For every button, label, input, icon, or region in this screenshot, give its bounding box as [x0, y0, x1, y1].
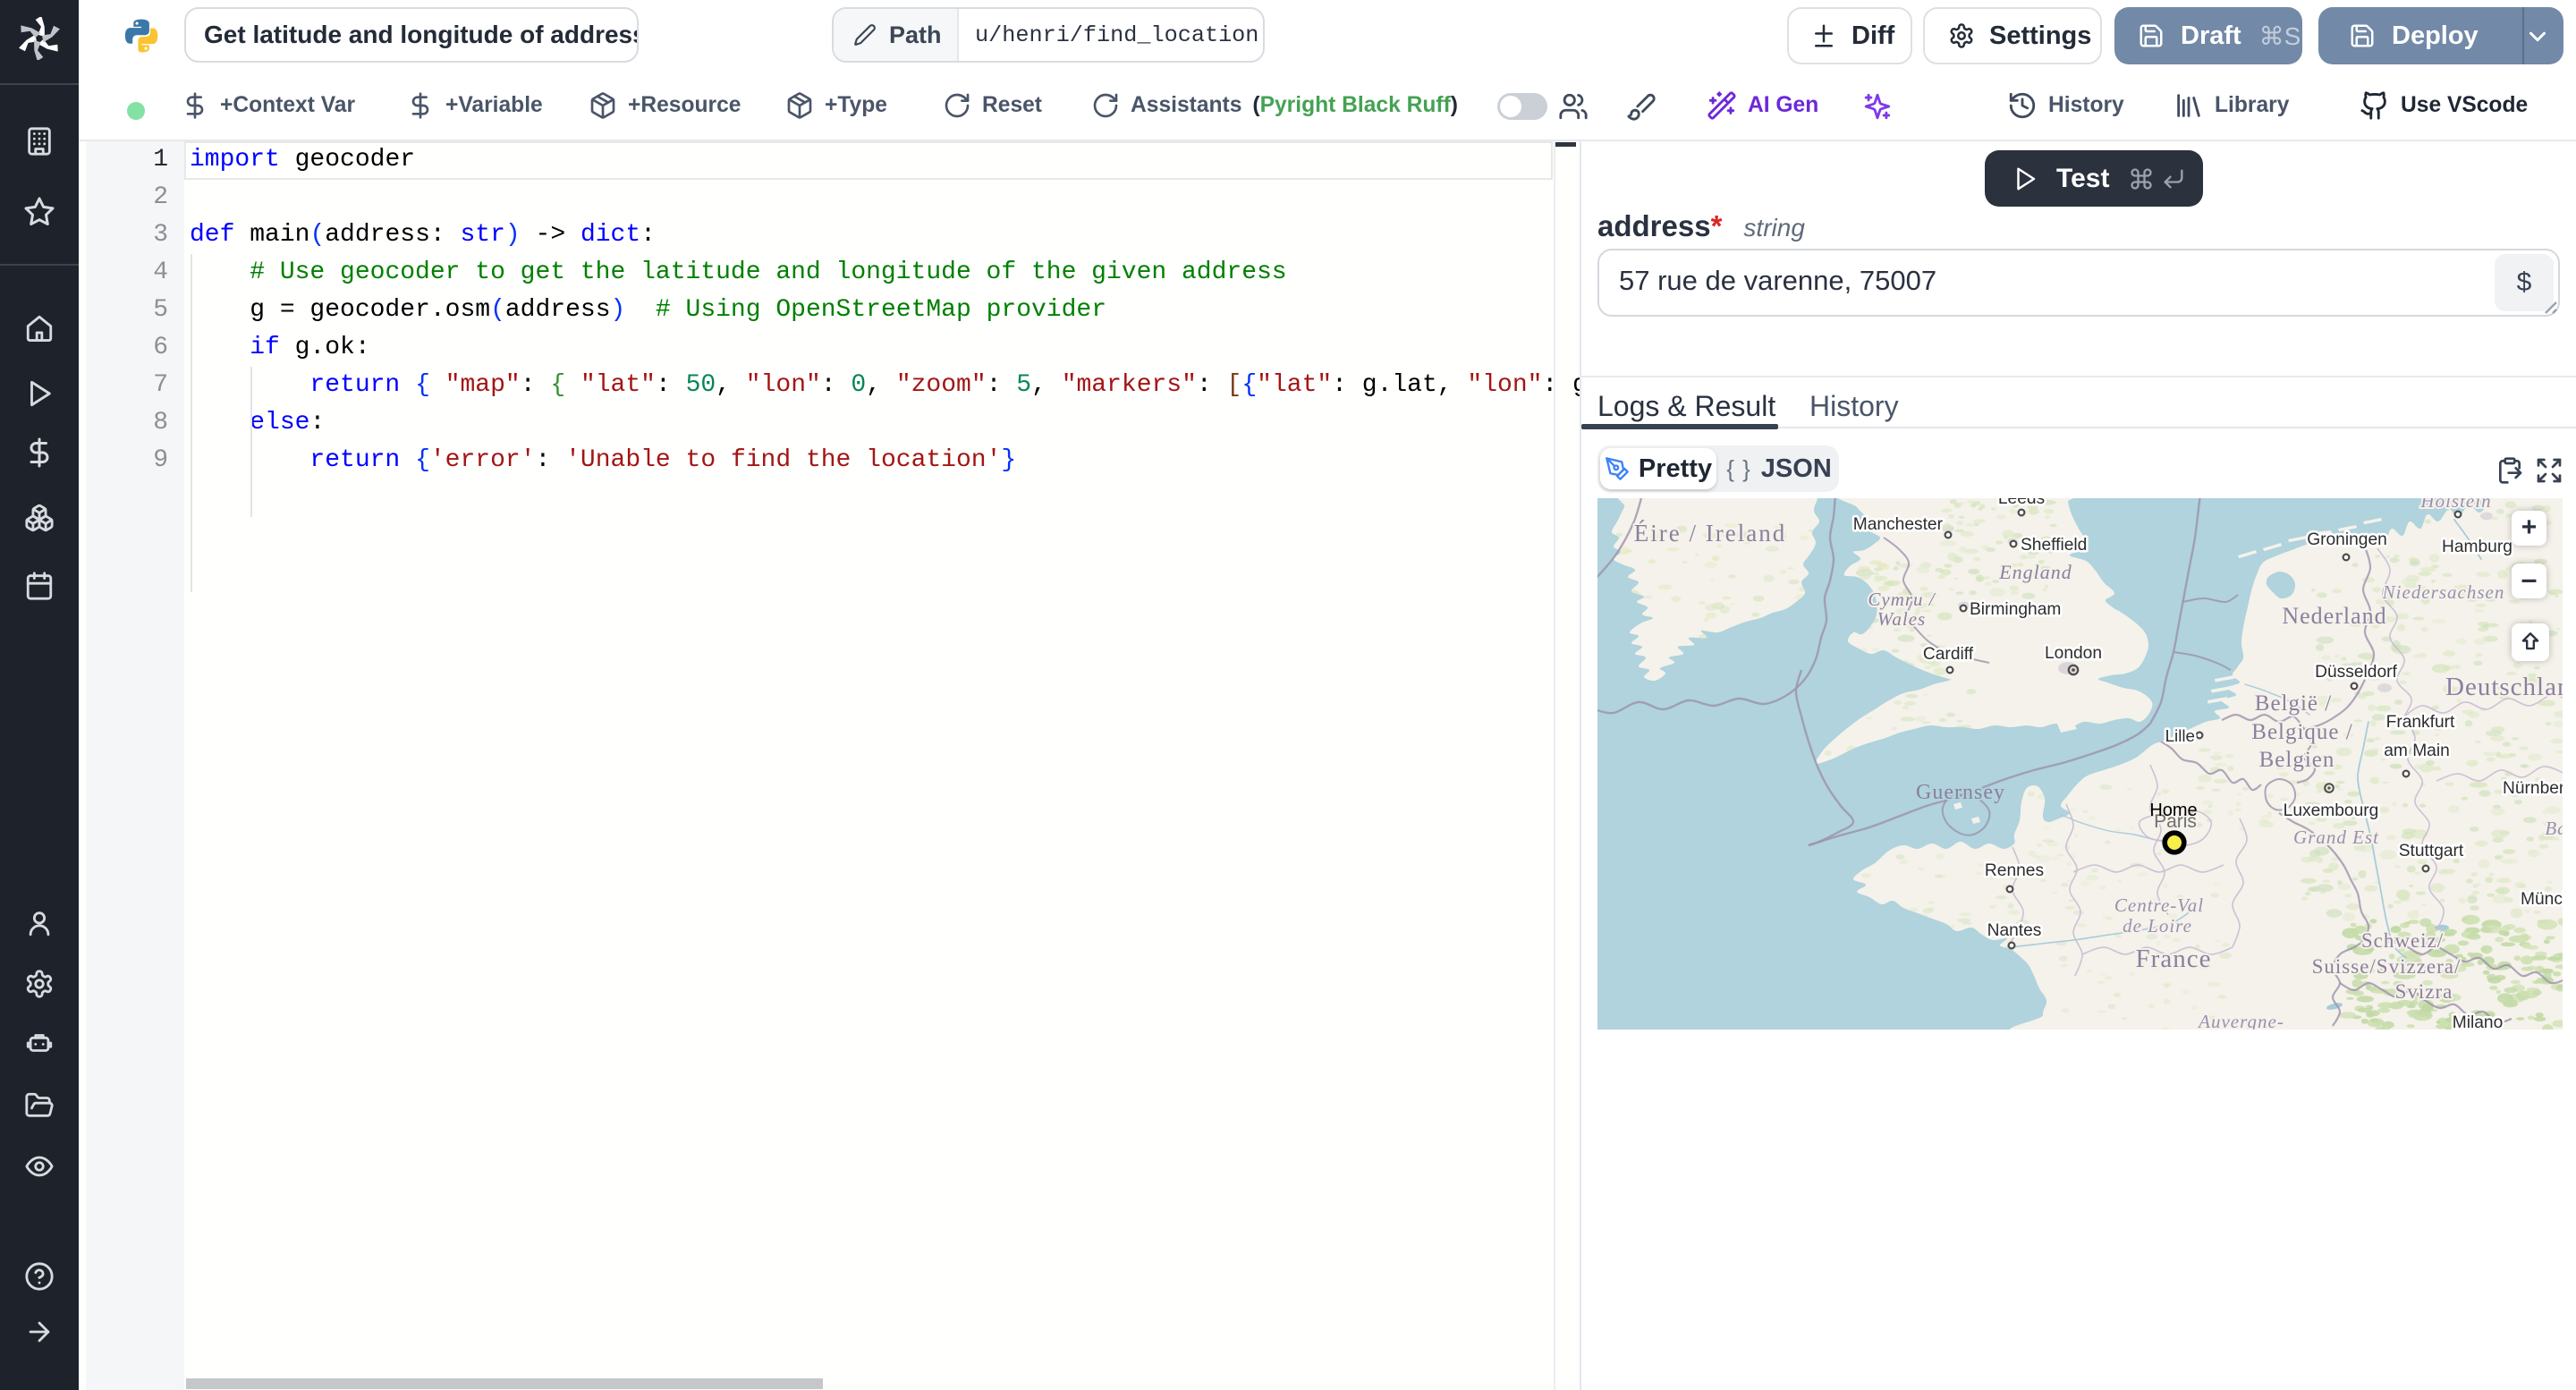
svg-text:Schweiz/: Schweiz/: [2361, 929, 2444, 952]
svg-text:Groningen: Groningen: [2307, 530, 2387, 549]
svg-text:Deutschland: Deutschland: [2445, 673, 2563, 701]
svg-text:München: München: [2521, 890, 2563, 909]
svg-text:Birmingham: Birmingham: [1970, 600, 2061, 619]
svg-text:London: London: [2045, 644, 2102, 663]
svg-text:Nürnberg: Nürnberg: [2503, 779, 2563, 798]
svg-text:Nederland: Nederland: [2282, 603, 2386, 629]
svg-text:Cardiff: Cardiff: [1923, 645, 1974, 664]
svg-text:Milano: Milano: [2453, 1013, 2504, 1030]
svg-text:Niedersachsen: Niedersachsen: [2382, 581, 2505, 603]
svg-text:Sheffield: Sheffield: [2021, 536, 2087, 555]
svg-text:Centre-Val: Centre-Val: [2114, 894, 2204, 916]
svg-text:England: England: [1998, 561, 2072, 583]
svg-text:Cymru /: Cymru /: [1868, 589, 1936, 610]
svg-text:Belgique /: Belgique /: [2251, 720, 2352, 744]
svg-text:Rennes: Rennes: [1985, 861, 2044, 880]
svg-text:de Loire: de Loire: [2123, 915, 2192, 937]
svg-text:Belgien: Belgien: [2259, 748, 2335, 772]
svg-text:France: France: [2136, 945, 2212, 973]
svg-text:Düsseldorf: Düsseldorf: [2315, 663, 2397, 682]
svg-text:Stuttgart: Stuttgart: [2399, 842, 2464, 860]
svg-text:Lille: Lille: [2165, 726, 2195, 745]
svg-text:Éire / Ireland: Éire / Ireland: [1634, 520, 1786, 547]
svg-text:Frankfurt: Frankfurt: [2386, 713, 2455, 732]
svg-text:am Main: am Main: [2384, 742, 2450, 760]
svg-text:Luxembourg: Luxembourg: [2284, 801, 2379, 820]
svg-text:Wales: Wales: [1877, 608, 1926, 630]
svg-text:Suisse/Svizzera/: Suisse/Svizzera/: [2312, 955, 2462, 978]
svg-text:Hamburg: Hamburg: [2442, 538, 2512, 556]
svg-text:Manchester: Manchester: [1853, 515, 1944, 534]
svg-text:Svizra: Svizra: [2395, 980, 2453, 1003]
svg-text:Leeds: Leeds: [1998, 498, 2045, 508]
svg-text:Guernsey: Guernsey: [1916, 781, 2005, 804]
svg-text:Holstein: Holstein: [2419, 498, 2491, 512]
svg-text:Ba: Ba: [2545, 818, 2563, 839]
svg-text:Nantes: Nantes: [1987, 921, 2042, 940]
svg-text:België /: België /: [2255, 691, 2332, 716]
svg-text:Grand Est: Grand Est: [2293, 826, 2379, 848]
svg-text:Auvergne-: Auvergne-: [2197, 1011, 2284, 1030]
svg-text:Home: Home: [2149, 801, 2197, 820]
